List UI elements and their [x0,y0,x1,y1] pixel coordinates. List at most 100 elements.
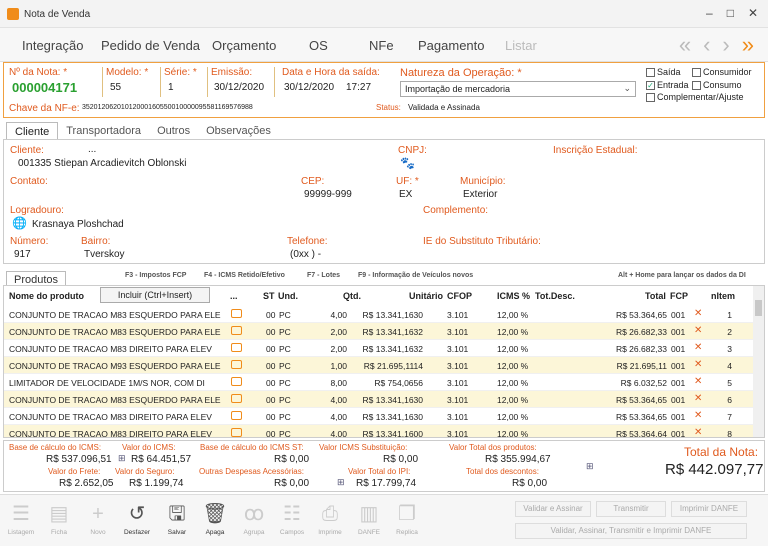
plus-icon: + [92,503,104,525]
salvar-button[interactable]: 🖫 Salvar [158,499,196,536]
menu-os[interactable]: OS [309,38,328,53]
ficha-button[interactable]: ▤ Ficha [40,499,78,536]
municipio-field[interactable]: Exterior [463,189,497,200]
grid-icon[interactable]: ⊞ [586,461,598,471]
table-row[interactable]: CONJUNTO DE TRACAO M83 ESQUERDO PARA ELE… [4,306,754,323]
emissao-field[interactable]: 30/12/2020 [214,82,264,93]
tab-observacoes[interactable]: Observações [198,122,279,140]
entrada-checkbox[interactable]: ✓ Entrada [646,80,689,90]
col-dots[interactable]: ... [230,291,238,301]
delete-row-icon[interactable]: ✕ [694,342,702,353]
telefone-field[interactable]: (0xx ) - [290,249,321,260]
table-row[interactable]: CONJUNTO DE TRACAO M83 ESQUERDO PARA ELE… [4,391,754,408]
comment-icon[interactable] [231,428,242,437]
col-unitario[interactable]: Unitário [409,291,443,301]
comment-icon[interactable] [231,343,242,352]
imprime-button[interactable]: ⎙ Imprime [311,499,349,536]
table-row[interactable]: LIMITADOR DE VELOCIDADE 1M/S NOR, COM DI… [4,374,754,391]
tab-outros[interactable]: Outros [149,122,198,140]
campos-button[interactable]: ☷ Campos [273,499,311,536]
comment-icon[interactable] [231,360,242,369]
danfe-icon: ▥ [359,503,379,525]
col-nome[interactable]: Nome do produto [9,291,84,301]
novo-button[interactable]: + Novo [79,499,117,536]
uf-field[interactable]: EX [399,189,412,200]
grid-icon[interactable]: ⊞ [337,477,349,487]
replica-button[interactable]: ❐ Replica [388,499,426,536]
delete-row-icon[interactable]: ✕ [694,393,702,404]
danfe-button[interactable]: ▥ DANFE [350,499,388,536]
comment-icon[interactable] [231,326,242,335]
cliente-field[interactable]: 001335 Stiepan Arcadievitch Oblonski [18,158,186,169]
globe-icon[interactable]: 🌐 [12,216,27,230]
prev-record-icon[interactable]: ‹ [703,32,710,58]
col-und[interactable]: Und. [278,291,298,301]
cep-field[interactable]: 99999-999 [304,189,352,200]
first-record-icon[interactable]: « [679,32,691,58]
col-qtd[interactable]: Qtd. [343,291,361,301]
tab-transportadora[interactable]: Transportadora [58,122,149,140]
serie-field[interactable]: 1 [168,82,174,93]
col-item[interactable]: nItem [711,291,735,301]
tab-cliente[interactable]: Cliente [6,122,59,140]
listagem-button[interactable]: ☰ Listagem [2,499,40,536]
validar-assinar-button[interactable]: Validar e Assinar [515,501,591,517]
comment-icon[interactable] [231,309,242,318]
last-record-icon[interactable]: » [742,32,754,58]
delete-row-icon[interactable]: ✕ [694,410,702,421]
paw-icon[interactable]: 🐾 [400,156,415,170]
bairro-field[interactable]: Tverskoy [84,249,125,260]
comment-icon[interactable] [231,394,242,403]
table-row[interactable]: CONJUNTO DE TRACAO M83 DIREITO PARA ELEV… [4,408,754,425]
menu-pedido-de-venda[interactable]: Pedido de Venda [101,38,200,53]
numero-field[interactable]: 917 [14,249,31,260]
grid-scrollbar[interactable] [753,286,764,437]
consumidor-checkbox[interactable]: Consumidor [692,67,752,77]
modelo-field[interactable]: 55 [110,82,121,93]
table-row[interactable]: CONJUNTO DE TRACAO M83 DIREITO PARA ELEV… [4,425,754,437]
menu-pagamento[interactable]: Pagamento [418,38,485,53]
col-icms[interactable]: ICMS % [497,291,530,301]
menu-nfe[interactable]: NFe [369,38,394,53]
col-desc[interactable]: Tot.Desc. [535,291,575,301]
col-cfop[interactable]: CFOP [447,291,472,301]
desfazer-button[interactable]: ↺ Desfazer [118,499,156,536]
delete-row-icon[interactable]: ✕ [694,427,702,437]
maximize-button[interactable]: □ [727,6,734,20]
transmitir-button[interactable]: Transmitir [596,501,666,517]
cliente-search-button[interactable]: ... [88,144,96,155]
saida-checkbox[interactable]: Saída [646,67,681,77]
saida-date-field[interactable]: 30/12/2020 [284,82,334,93]
apaga-button[interactable]: 🗑 Apaga [196,499,234,536]
delete-row-icon[interactable]: ✕ [694,325,702,336]
comment-icon[interactable] [231,411,242,420]
natureza-select[interactable]: Importação de mercadoria ⌄ [400,81,636,97]
bottom-toolbar: ☰ Listagem ▤ Ficha + Novo ↺ Desfazer 🖫 Salvar… [0,494,768,546]
validar-transmitir-imprimir-button[interactable]: Validar, Assinar, Transmitir e Imprimir … [515,523,747,539]
col-total[interactable]: Total [645,291,666,301]
menu-integracao[interactable]: Integração [22,38,83,53]
minimize-button[interactable]: – [706,6,713,20]
grid-icon[interactable]: ⊞ [118,453,130,463]
incluir-button[interactable]: Incluir (Ctrl+Insert) [100,287,210,303]
close-button[interactable]: ✕ [748,6,758,20]
imprimir-danfe-button[interactable]: Imprimir DANFE [671,501,747,517]
consumo-checkbox[interactable]: Consumo [692,80,742,90]
complementar-checkbox[interactable]: Complementar/Ajuste [646,92,744,102]
next-record-icon[interactable]: › [722,32,729,58]
table-row[interactable]: CONJUNTO DE TRACAO M83 DIREITO PARA ELEV… [4,340,754,357]
nota-number[interactable]: 000004171 [12,80,77,95]
agrupa-button[interactable]: ꝏ Agrupa [235,499,273,536]
delete-row-icon[interactable]: ✕ [694,308,702,319]
table-row[interactable]: CONJUNTO DE TRACAO M83 ESQUERDO PARA ELE… [4,323,754,340]
col-fcp[interactable]: FCP [670,291,688,301]
saida-time-field[interactable]: 17:27 [346,82,371,93]
menu-orcamento[interactable]: Orçamento [212,38,276,53]
delete-row-icon[interactable]: ✕ [694,376,702,387]
delete-row-icon[interactable]: ✕ [694,359,702,370]
logradouro-field[interactable]: Krasnaya Ploshchad [32,219,124,230]
menu-listar[interactable]: Listar [505,38,537,53]
col-st[interactable]: ST [263,291,275,301]
table-row[interactable]: CONJUNTO DE TRACAO M93 ESQUERDO PARA ELE… [4,357,754,374]
comment-icon[interactable] [231,377,242,386]
